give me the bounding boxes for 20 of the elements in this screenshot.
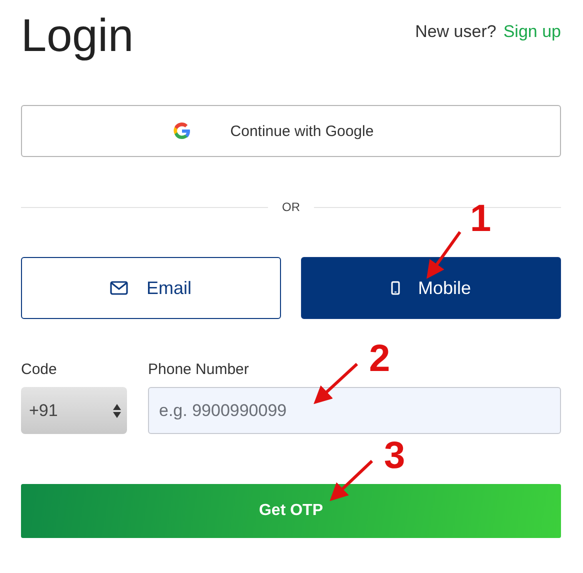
annotation-arrow <box>314 362 358 404</box>
annotation-arrow <box>330 460 374 502</box>
step-number: 1 <box>470 200 492 238</box>
phone-label: Phone Number <box>148 361 250 379</box>
phone-icon <box>390 281 400 295</box>
phone-input[interactable]: e.g. 9900990099 <box>148 387 561 434</box>
page-title: Login <box>21 12 134 58</box>
login-method-tab[interactable]: Mobile <box>301 257 561 319</box>
signup-prompt: New user? <box>415 22 496 42</box>
envelope-icon <box>110 281 128 295</box>
google-icon <box>172 121 192 141</box>
country-code-select[interactable]: +91 <box>21 387 127 434</box>
google-button[interactable]: Continue with Google <box>21 105 561 157</box>
step-number: 2 <box>369 340 390 378</box>
step-number: 3 <box>384 437 406 475</box>
login-method-tab[interactable]: Email <box>21 257 281 319</box>
updown-icon <box>113 404 121 418</box>
code-label: Code <box>21 361 58 379</box>
divider-text: OR <box>268 200 314 214</box>
annotation-arrow <box>426 231 462 279</box>
